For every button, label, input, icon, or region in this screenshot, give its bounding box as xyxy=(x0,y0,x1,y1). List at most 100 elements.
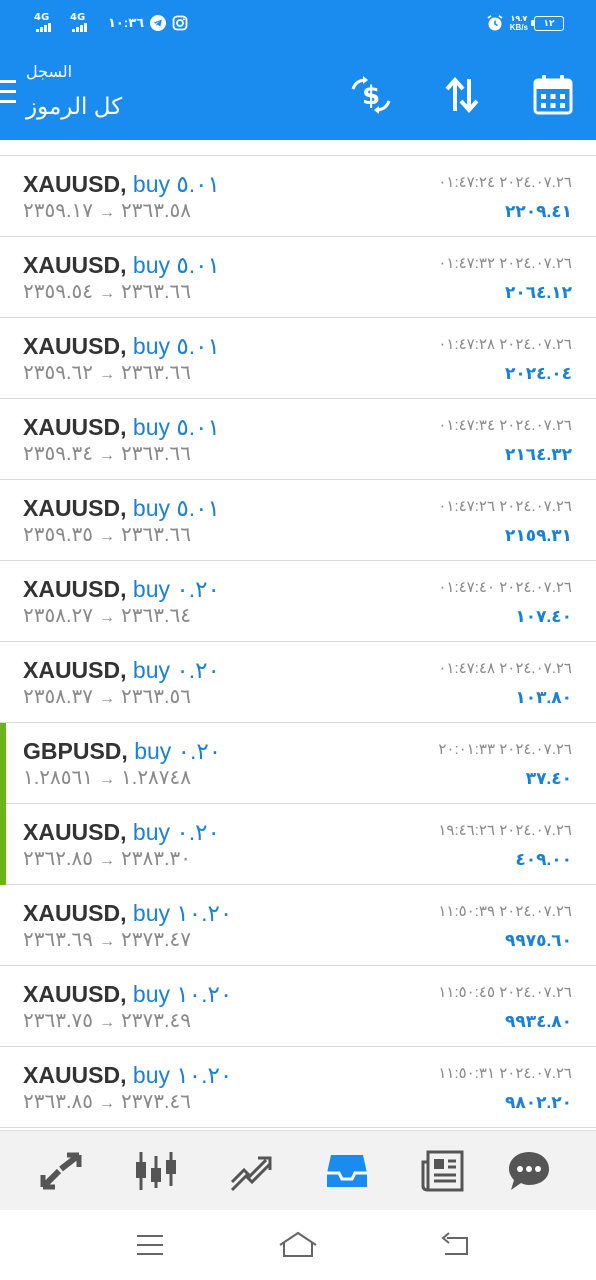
deal-time: ٢٠٢٤.٠٧.٢٦ ١١:٥٠:٣٩ xyxy=(438,903,572,920)
deal-volume: ٥.٠١ xyxy=(176,414,220,440)
arrow-icon: → xyxy=(99,1095,116,1112)
arrow-icon: → xyxy=(99,285,116,302)
nav-news[interactable] xyxy=(418,1149,466,1193)
clock: ١٠:٣٦ xyxy=(108,15,145,30)
battery-icon: ١٢ xyxy=(531,15,564,31)
deal-close-price: ٢٣٦٣.٦٦ xyxy=(121,281,192,303)
deal-row[interactable]: XAUUSD, buy ١٠.٢٠ ٢٣٧٣.٤٩ → ٢٣٦٣.٧٥ ٢٠٢٤.٠… xyxy=(0,966,596,1047)
deal-volume: ٠.٢٠ xyxy=(176,576,220,602)
deal-prices: ٢٣٦٣.٦٤ → ٢٣٥٨.٢٧ xyxy=(23,603,191,631)
deal-profit: ٢٠٢٤.٠٤ xyxy=(505,364,572,383)
nav-chart[interactable] xyxy=(132,1149,180,1193)
deal-row[interactable]: XAUUSD, buy ٠.٢٠ ٢٣٨٣.٣٠ → ٢٣٦٢.٨٥ ٢٠٢٤.٠٧… xyxy=(0,804,596,885)
deal-open-price: ٢٣٥٨.٣٧ xyxy=(23,686,94,708)
deal-close-price: ٢٣٦٣.٦٦ xyxy=(121,362,192,384)
arrow-icon: → xyxy=(99,771,116,788)
deal-close-price: ٢٣٧٣.٤٧ xyxy=(121,929,192,951)
deal-prices: ٢٣٦٣.٥٦ → ٢٣٥٨.٣٧ xyxy=(23,684,191,712)
deal-symbol-line: XAUUSD, buy ١٠.٢٠ xyxy=(23,1061,232,1089)
deal-symbol-line: XAUUSD, buy ٥.٠١ xyxy=(23,251,220,279)
deal-row[interactable]: XAUUSD, buy ١٠.٢٠ ٢٣٧٣.٤٧ → ٢٣٦٣.٦٩ ٢٠٢٤.٠… xyxy=(0,885,596,966)
currency-exchange-button[interactable]: $ xyxy=(348,72,394,118)
recents-icon xyxy=(137,1235,163,1255)
page-title[interactable]: كل الرموز xyxy=(26,92,166,120)
deal-side: buy xyxy=(132,819,170,845)
deal-symbol: XAUUSD, xyxy=(23,495,127,521)
deal-side: buy xyxy=(132,333,170,359)
deal-profit: ٩٩٧٥.٦٠ xyxy=(505,931,572,950)
deal-close-price: ٢٣٦٣.٦٦ xyxy=(121,524,192,546)
recents-button[interactable] xyxy=(130,1228,170,1262)
deal-open-price: ٢٣٥٩.٣٥ xyxy=(23,524,94,546)
deal-symbol-line: XAUUSD, buy ١٠.٢٠ xyxy=(23,899,232,927)
deal-row[interactable]: GBPUSD, buy ٠.٢٠ ١.٢٨٧٤٨ → ١.٢٨٥٦١ ٢٠٢٤.٠٧… xyxy=(0,723,596,804)
deal-row[interactable]: XAUUSD, buy ٥.٠١ ٢٣٦٣.٥٨ → ٢٣٥٩.١٧ ٢٠٢٤.٠٧… xyxy=(0,156,596,237)
deal-profit: ٢٢٠٩.٤١ xyxy=(505,202,572,221)
deal-symbol: XAUUSD, xyxy=(23,576,127,602)
page-subtitle: السجل xyxy=(26,64,73,81)
menu-icon[interactable] xyxy=(0,78,18,106)
deal-volume: ٥.٠١ xyxy=(176,171,220,197)
back-icon xyxy=(441,1232,468,1255)
deal-volume: ١٠.٢٠ xyxy=(176,900,233,926)
deal-close-price: ٢٣٦٣.٥٨ xyxy=(121,200,192,222)
nav-chat[interactable] xyxy=(505,1149,553,1193)
calendar-button[interactable] xyxy=(530,72,576,118)
deal-time: ٢٠٢٤.٠٧.٢٦ ٠١:٤٧:٣٢ xyxy=(438,255,572,272)
deal-profit: ١٠٧.٤٠ xyxy=(515,607,572,626)
deal-row[interactable]: XAUUSD, buy ٥.٠١ ٢٣٦٣.٦٦ → ٢٣٥٩.٣٤ ٢٠٢٤.٠٧… xyxy=(0,399,596,480)
deal-prices: ١.٢٨٧٤٨ → ١.٢٨٥٦١ xyxy=(23,765,191,793)
deal-profit: ٤٠٩.٠٠ xyxy=(515,850,572,869)
home-button[interactable] xyxy=(278,1228,318,1262)
deal-side: buy xyxy=(132,576,170,602)
deal-prices: ٢٣٧٣.٤٦ → ٢٣٦٣.٨٥ xyxy=(23,1089,191,1117)
deal-open-price: ٢٣٦٣.٧٥ xyxy=(23,1010,94,1032)
quotes-icon xyxy=(40,1152,82,1190)
deal-profit: ٢١٦٤.٣٢ xyxy=(505,445,572,464)
deal-row[interactable]: XAUUSD, buy ٥.٠١ ٢٣٦٣.٦٦ → ٢٣٥٩.٣٥ ٢٠٢٤.٠٧… xyxy=(0,480,596,561)
deal-row[interactable]: XAUUSD, buy ٥.٠١ ٢٣٦٣.٦٦ → ٢٣٥٩.٥٤ ٢٠٢٤.٠٧… xyxy=(0,237,596,318)
deal-profit: ٢١٥٩.٣١ xyxy=(505,526,572,545)
deal-row[interactable]: XAUUSD, buy ١٠.٢٠ ٢٣٧٣.٤٦ → ٢٣٦٣.٨٥ ٢٠٢٤.٠… xyxy=(0,1047,596,1128)
nav-history[interactable] xyxy=(323,1149,371,1193)
app-actions: $ xyxy=(348,72,576,118)
deal-time: ٢٠٢٤.٠٧.٢٦ ٠١:٤٧:٤٠ xyxy=(438,579,572,596)
deal-prices: ٢٣٨٣.٣٠ → ٢٣٦٢.٨٥ xyxy=(23,846,191,874)
deal-symbol: XAUUSD, xyxy=(23,1062,127,1088)
deal-symbol: GBPUSD, xyxy=(23,738,128,764)
deal-symbol-line: XAUUSD, buy ١٠.٢٠ xyxy=(23,980,232,1008)
back-button[interactable] xyxy=(435,1228,475,1262)
sort-button[interactable] xyxy=(439,72,485,118)
deal-row[interactable]: XAUUSD, buy ٥.٠١ ٢٣٦٣.٦٦ → ٢٣٥٩.٦٢ ٢٠٢٤.٠٧… xyxy=(0,318,596,399)
deal-volume: ١٠.٢٠ xyxy=(176,1062,233,1088)
deal-open-price: ٢٣٦٢.٨٥ xyxy=(23,848,94,870)
deal-symbol-line: XAUUSD, buy ٠.٢٠ xyxy=(23,656,220,684)
deal-side: buy xyxy=(132,657,170,683)
deal-open-price: ٢٣٥٩.٦٢ xyxy=(23,362,94,384)
deal-close-price: ٢٣٦٣.٥٦ xyxy=(121,686,192,708)
deal-symbol-line: XAUUSD, buy ٥.٠١ xyxy=(23,332,220,360)
net-speed: ١٩.٧ KB/s xyxy=(509,14,528,32)
app-bar: السجل كل الرموز $ xyxy=(0,50,596,140)
deal-profit: ٢٠٦٤.١٢ xyxy=(505,283,572,302)
deal-row[interactable]: XAUUSD, buy ٠.٢٠ ٢٣٦٣.٦٤ → ٢٣٥٨.٢٧ ٢٠٢٤.٠٧… xyxy=(0,561,596,642)
deal-prices: ٢٣٦٣.٦٦ → ٢٣٥٩.٦٢ xyxy=(23,360,191,388)
deal-volume: ١٠.٢٠ xyxy=(176,981,233,1007)
deal-row[interactable]: XAUUSD, buy ٠.٢٠ ٢٣٦٣.٥٦ → ٢٣٥٨.٣٧ ٢٠٢٤.٠٧… xyxy=(0,642,596,723)
deal-close-price: ٢٣٦٣.٦٤ xyxy=(121,605,192,627)
home-icon xyxy=(279,1231,317,1257)
deal-side: buy xyxy=(134,738,172,764)
deal-symbol: XAUUSD, xyxy=(23,252,127,278)
deal-prices: ٢٣٦٣.٦٦ → ٢٣٥٩.٥٤ xyxy=(23,279,191,307)
nav-trade[interactable] xyxy=(227,1149,275,1193)
deal-side: buy xyxy=(132,495,170,521)
deal-symbol-line: XAUUSD, buy ٠.٢٠ xyxy=(23,575,220,603)
nav-quotes[interactable] xyxy=(37,1149,85,1193)
deal-open-price: ٢٣٦٣.٨٥ xyxy=(23,1091,94,1113)
deal-time: ٢٠٢٤.٠٧.٢٦ ٠١:٤٧:٣٤ xyxy=(438,417,572,434)
bottom-nav xyxy=(0,1130,596,1210)
arrow-icon: → xyxy=(99,1014,116,1031)
deal-volume: ٥.٠١ xyxy=(176,495,220,521)
deal-volume: ٥.٠١ xyxy=(176,333,220,359)
deal-volume: ٠.٢٠ xyxy=(177,738,222,764)
